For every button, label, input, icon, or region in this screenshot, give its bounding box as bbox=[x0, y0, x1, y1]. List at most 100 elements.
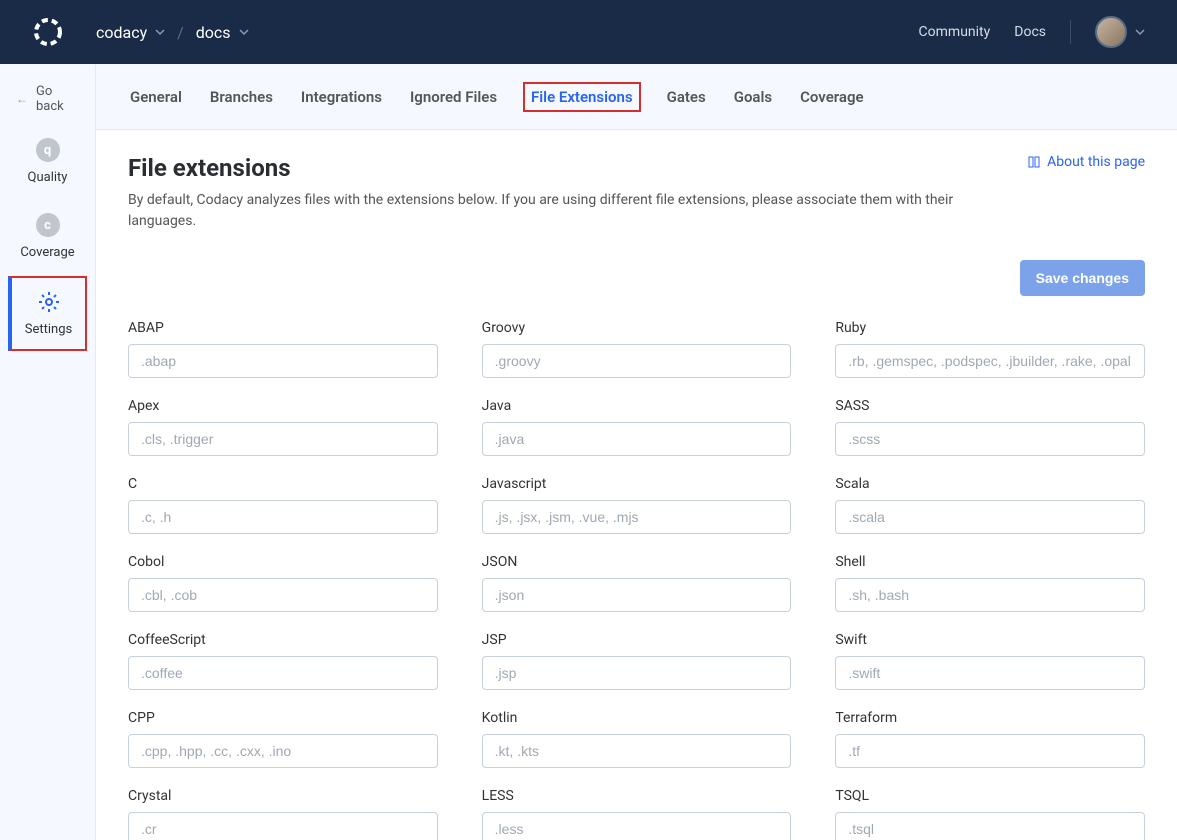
extension-field: Cobol bbox=[128, 554, 438, 612]
extension-input[interactable] bbox=[482, 344, 792, 378]
chevron-down-icon bbox=[239, 27, 249, 37]
gear-icon bbox=[37, 290, 61, 314]
extension-input[interactable] bbox=[482, 500, 792, 534]
extension-label: ABAP bbox=[128, 320, 438, 336]
tab-coverage[interactable]: Coverage bbox=[798, 84, 865, 110]
extension-field: Javascript bbox=[482, 476, 792, 534]
page-description: By default, Codacy analyzes files with t… bbox=[128, 190, 978, 232]
extension-field: Swift bbox=[835, 632, 1145, 690]
extension-input[interactable] bbox=[128, 734, 438, 768]
extension-field: Groovy bbox=[482, 320, 792, 378]
extension-field: CoffeeScript bbox=[128, 632, 438, 690]
topbar-right: Community Docs bbox=[919, 16, 1145, 48]
extension-label: Ruby bbox=[835, 320, 1145, 336]
extension-label: Java bbox=[482, 398, 792, 414]
extension-input[interactable] bbox=[835, 344, 1145, 378]
extension-input[interactable] bbox=[128, 656, 438, 690]
coverage-icon: c bbox=[36, 213, 60, 237]
extension-input[interactable] bbox=[835, 500, 1145, 534]
chevron-down-icon bbox=[155, 27, 165, 37]
extension-label: LESS bbox=[482, 788, 792, 804]
extension-label: JSP bbox=[482, 632, 792, 648]
breadcrumb-org[interactable]: codacy bbox=[96, 23, 165, 42]
sidebar-item-label: Coverage bbox=[20, 245, 74, 260]
quality-icon: q bbox=[36, 138, 60, 162]
tab-branches[interactable]: Branches bbox=[208, 84, 275, 110]
codacy-logo-icon bbox=[32, 16, 64, 48]
extension-field: Apex bbox=[128, 398, 438, 456]
book-icon bbox=[1027, 155, 1041, 169]
breadcrumb-separator: / bbox=[177, 23, 184, 42]
extension-input[interactable] bbox=[482, 422, 792, 456]
sidebar: ← Go back q Quality c Coverage Settings bbox=[0, 64, 96, 840]
sidebar-item-quality[interactable]: q Quality bbox=[8, 126, 87, 197]
extension-label: Terraform bbox=[835, 710, 1145, 726]
extension-label: C bbox=[128, 476, 438, 492]
extension-label: Swift bbox=[835, 632, 1145, 648]
main-content: General Branches Integrations Ignored Fi… bbox=[96, 64, 1177, 840]
extension-label: Scala bbox=[835, 476, 1145, 492]
about-page-label: About this page bbox=[1047, 154, 1145, 170]
about-page-link[interactable]: About this page bbox=[1027, 154, 1145, 170]
chevron-down-icon bbox=[1135, 27, 1145, 37]
breadcrumb-repo-label: docs bbox=[196, 23, 231, 42]
extension-label: SASS bbox=[835, 398, 1145, 414]
sidebar-item-coverage[interactable]: c Coverage bbox=[8, 201, 87, 272]
extension-input[interactable] bbox=[482, 578, 792, 612]
extension-label: Apex bbox=[128, 398, 438, 414]
extension-input[interactable] bbox=[128, 578, 438, 612]
extension-input[interactable] bbox=[128, 422, 438, 456]
docs-link[interactable]: Docs bbox=[1014, 24, 1046, 40]
extension-input[interactable] bbox=[482, 812, 792, 840]
breadcrumb: codacy / docs bbox=[96, 23, 249, 42]
tab-goals[interactable]: Goals bbox=[732, 84, 774, 110]
extension-field: TSQL bbox=[835, 788, 1145, 840]
extension-input[interactable] bbox=[128, 500, 438, 534]
tab-general[interactable]: General bbox=[128, 84, 184, 110]
file-extensions-grid: ABAP Groovy Ruby Apex Java SASS C Javascript Sca… bbox=[128, 320, 1145, 840]
go-back-link[interactable]: ← Go back bbox=[0, 76, 95, 122]
tab-ignored-files[interactable]: Ignored Files bbox=[408, 84, 499, 110]
breadcrumb-org-label: codacy bbox=[96, 23, 147, 42]
go-back-label: Go back bbox=[36, 84, 79, 114]
extension-field: JSON bbox=[482, 554, 792, 612]
community-link[interactable]: Community bbox=[919, 24, 991, 40]
extension-field: Scala bbox=[835, 476, 1145, 534]
arrow-left-icon: ← bbox=[16, 92, 28, 106]
extension-field: JSP bbox=[482, 632, 792, 690]
extension-input[interactable] bbox=[482, 734, 792, 768]
extension-field: Terraform bbox=[835, 710, 1145, 768]
extension-label: JSON bbox=[482, 554, 792, 570]
extension-input[interactable] bbox=[128, 344, 438, 378]
extension-field: Java bbox=[482, 398, 792, 456]
extension-label: Shell bbox=[835, 554, 1145, 570]
extension-field: LESS bbox=[482, 788, 792, 840]
topbar: codacy / docs Community Docs bbox=[0, 0, 1177, 64]
extension-input[interactable] bbox=[482, 656, 792, 690]
extension-field: Shell bbox=[835, 554, 1145, 612]
extension-input[interactable] bbox=[835, 422, 1145, 456]
sidebar-item-label: Settings bbox=[25, 322, 72, 337]
tab-gates[interactable]: Gates bbox=[665, 84, 708, 110]
extension-input[interactable] bbox=[835, 734, 1145, 768]
tab-file-extensions[interactable]: File Extensions bbox=[523, 82, 641, 112]
extension-label: Kotlin bbox=[482, 710, 792, 726]
breadcrumb-repo[interactable]: docs bbox=[196, 23, 249, 42]
extension-label: Crystal bbox=[128, 788, 438, 804]
tab-integrations[interactable]: Integrations bbox=[299, 84, 384, 110]
tabs-bar: General Branches Integrations Ignored Fi… bbox=[96, 64, 1177, 130]
extension-input[interactable] bbox=[128, 812, 438, 840]
save-button[interactable]: Save changes bbox=[1020, 260, 1145, 296]
extension-label: CoffeeScript bbox=[128, 632, 438, 648]
extension-input[interactable] bbox=[835, 656, 1145, 690]
extension-input[interactable] bbox=[835, 578, 1145, 612]
extension-label: Groovy bbox=[482, 320, 792, 336]
avatar bbox=[1095, 16, 1127, 48]
sidebar-item-settings[interactable]: Settings bbox=[8, 276, 87, 351]
extension-input[interactable] bbox=[835, 812, 1145, 840]
extension-label: Cobol bbox=[128, 554, 438, 570]
extension-label: Javascript bbox=[482, 476, 792, 492]
page-title: File extensions bbox=[128, 154, 291, 182]
extension-field: Ruby bbox=[835, 320, 1145, 378]
user-menu[interactable] bbox=[1095, 16, 1145, 48]
